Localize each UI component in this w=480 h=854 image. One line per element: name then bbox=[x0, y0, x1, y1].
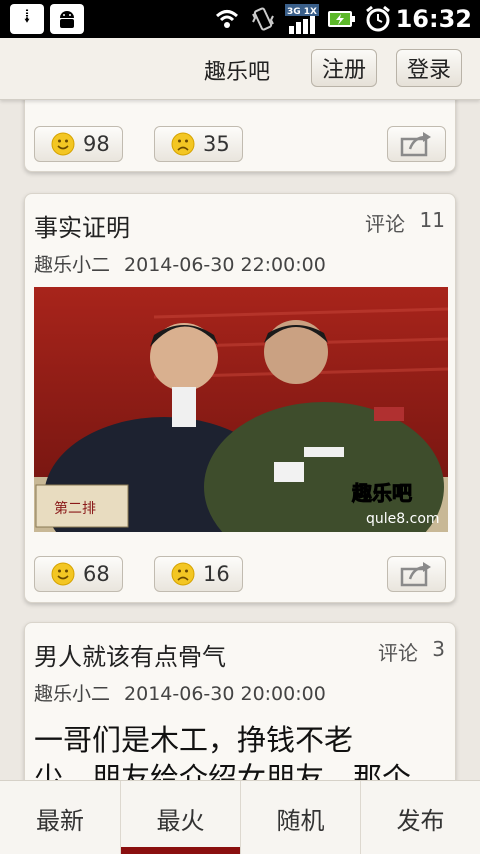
post-date: 2014-06-30 20:00:00 bbox=[124, 683, 326, 705]
vibrate-icon bbox=[248, 4, 278, 34]
signal-icon: 3G 1X bbox=[285, 4, 319, 34]
share-icon bbox=[400, 562, 431, 587]
like-button[interactable]: 98 bbox=[34, 126, 123, 162]
post-body-line: 少，朋友给介绍女朋友，那个 bbox=[34, 761, 412, 780]
post-body-line: 一哥们是木工，挣钱不老 bbox=[34, 723, 354, 757]
post-photo: 第二排 趣乐吧 qule8.com bbox=[34, 287, 448, 532]
comment-count[interactable]: 11 bbox=[420, 208, 445, 232]
smiley-icon bbox=[51, 562, 75, 586]
post-meta: 趣乐小二 2014-06-30 22:00:00 bbox=[34, 250, 326, 277]
comment-label[interactable]: 评论 bbox=[378, 637, 418, 666]
network-type-label: 3G 1X bbox=[287, 7, 317, 17]
post-card: 98 35 bbox=[24, 100, 456, 172]
post-author: 趣乐小二 bbox=[34, 683, 111, 705]
post-card[interactable]: 男人就该有点骨气 评论 3 趣乐小二 2014-06-30 20:00:00 一哥… bbox=[24, 622, 456, 780]
wifi-icon bbox=[212, 4, 242, 34]
like-count: 98 bbox=[83, 132, 110, 156]
tab-publish[interactable]: 发布 bbox=[360, 781, 480, 854]
register-button[interactable]: 注册 bbox=[311, 49, 377, 87]
image-placard-text: 第二排 bbox=[54, 500, 96, 517]
dislike-count: 16 bbox=[203, 562, 230, 586]
frown-icon bbox=[171, 562, 195, 586]
post-body: 一哥们是木工，挣钱不老 少，朋友给介绍女朋友，那个 bbox=[34, 721, 448, 780]
smiley-icon bbox=[51, 132, 75, 156]
post-title: 男人就该有点骨气 bbox=[34, 643, 226, 671]
comment-label[interactable]: 评论 bbox=[365, 208, 405, 237]
post-list[interactable]: 98 35 事实证明 评论 11 趣乐小二 2014-06-30 22:00:00 bbox=[0, 100, 480, 780]
post-meta: 趣乐小二 2014-06-30 20:00:00 bbox=[34, 679, 326, 706]
login-button[interactable]: 登录 bbox=[396, 49, 462, 87]
image-watermark-url: qule8.com bbox=[366, 511, 440, 527]
post-image[interactable]: 第二排 趣乐吧 qule8.com bbox=[34, 287, 448, 532]
share-icon bbox=[400, 132, 431, 157]
frown-icon bbox=[171, 132, 195, 156]
share-button[interactable] bbox=[387, 126, 446, 162]
post-date: 2014-06-30 22:00:00 bbox=[124, 254, 326, 276]
dislike-button[interactable]: 16 bbox=[154, 556, 243, 592]
like-button[interactable]: 68 bbox=[34, 556, 123, 592]
dislike-button[interactable]: 35 bbox=[154, 126, 243, 162]
post-author: 趣乐小二 bbox=[34, 254, 111, 276]
tab-hot[interactable]: 最火 bbox=[120, 781, 241, 854]
post-card[interactable]: 事实证明 评论 11 趣乐小二 2014-06-30 22:00:00 第二排 … bbox=[24, 193, 456, 603]
status-bar: ⭭ 3G 1X 16:32 bbox=[0, 0, 480, 38]
share-button[interactable] bbox=[387, 556, 446, 592]
tab-latest[interactable]: 最新 bbox=[0, 781, 120, 854]
status-time: 16:32 bbox=[395, 5, 472, 33]
like-count: 68 bbox=[83, 562, 110, 586]
dislike-count: 35 bbox=[203, 132, 230, 156]
image-watermark-brand: 趣乐吧 bbox=[351, 481, 412, 505]
bottom-tab-bar: 最新 最火 随机 发布 bbox=[0, 780, 480, 854]
alarm-icon bbox=[362, 4, 394, 34]
app-title: 趣乐吧 bbox=[204, 60, 271, 85]
app-header: 趣乐吧 注册 登录 bbox=[0, 38, 480, 100]
post-title: 事实证明 bbox=[34, 214, 130, 242]
battery-charging-icon bbox=[326, 4, 358, 34]
usb-icon: ⭭ bbox=[10, 4, 44, 34]
android-icon bbox=[50, 4, 84, 34]
tab-random[interactable]: 随机 bbox=[240, 781, 360, 854]
comment-count[interactable]: 3 bbox=[432, 637, 445, 661]
